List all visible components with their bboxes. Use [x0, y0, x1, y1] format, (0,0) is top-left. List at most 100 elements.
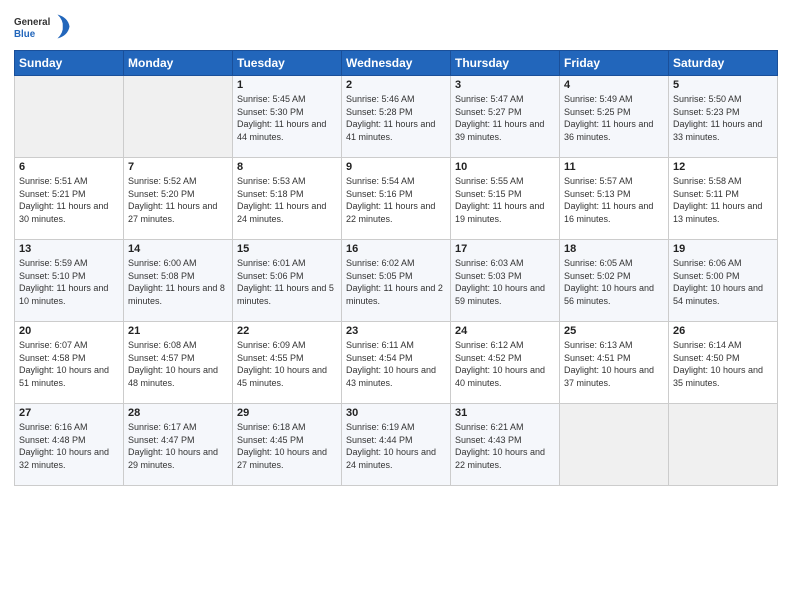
day-number: 23 — [346, 325, 446, 337]
table-cell: 12 Sunrise: 5:58 AMSunset: 5:11 PMDaylig… — [669, 158, 778, 240]
day-number: 14 — [128, 243, 228, 255]
day-number: 16 — [346, 243, 446, 255]
day-number: 3 — [455, 79, 555, 91]
weekday-wednesday: Wednesday — [342, 51, 451, 76]
day-number: 19 — [673, 243, 773, 255]
day-info: Sunrise: 5:58 AMSunset: 5:11 PMDaylight:… — [673, 176, 762, 224]
day-info: Sunrise: 5:57 AMSunset: 5:13 PMDaylight:… — [564, 176, 653, 224]
day-info: Sunrise: 5:51 AMSunset: 5:21 PMDaylight:… — [19, 176, 108, 224]
table-cell: 22 Sunrise: 6:09 AMSunset: 4:55 PMDaylig… — [233, 322, 342, 404]
table-cell: 26 Sunrise: 6:14 AMSunset: 4:50 PMDaylig… — [669, 322, 778, 404]
table-cell: 6 Sunrise: 5:51 AMSunset: 5:21 PMDayligh… — [15, 158, 124, 240]
day-number: 31 — [455, 407, 555, 419]
day-info: Sunrise: 5:46 AMSunset: 5:28 PMDaylight:… — [346, 94, 435, 142]
calendar-table: SundayMondayTuesdayWednesdayThursdayFrid… — [14, 50, 778, 486]
day-info: Sunrise: 6:05 AMSunset: 5:02 PMDaylight:… — [564, 258, 654, 306]
week-row-2: 6 Sunrise: 5:51 AMSunset: 5:21 PMDayligh… — [15, 158, 778, 240]
table-cell: 21 Sunrise: 6:08 AMSunset: 4:57 PMDaylig… — [124, 322, 233, 404]
day-info: Sunrise: 5:50 AMSunset: 5:23 PMDaylight:… — [673, 94, 762, 142]
day-info: Sunrise: 6:01 AMSunset: 5:06 PMDaylight:… — [237, 258, 334, 306]
day-info: Sunrise: 6:17 AMSunset: 4:47 PMDaylight:… — [128, 422, 218, 470]
day-info: Sunrise: 6:14 AMSunset: 4:50 PMDaylight:… — [673, 340, 763, 388]
table-cell: 13 Sunrise: 5:59 AMSunset: 5:10 PMDaylig… — [15, 240, 124, 322]
table-cell: 31 Sunrise: 6:21 AMSunset: 4:43 PMDaylig… — [451, 404, 560, 486]
logo-svg: General Blue — [14, 10, 74, 46]
table-cell: 28 Sunrise: 6:17 AMSunset: 4:47 PMDaylig… — [124, 404, 233, 486]
weekday-tuesday: Tuesday — [233, 51, 342, 76]
day-number: 26 — [673, 325, 773, 337]
day-info: Sunrise: 6:09 AMSunset: 4:55 PMDaylight:… — [237, 340, 327, 388]
day-number: 20 — [19, 325, 119, 337]
table-cell: 10 Sunrise: 5:55 AMSunset: 5:15 PMDaylig… — [451, 158, 560, 240]
table-cell: 3 Sunrise: 5:47 AMSunset: 5:27 PMDayligh… — [451, 76, 560, 158]
day-info: Sunrise: 6:00 AMSunset: 5:08 PMDaylight:… — [128, 258, 225, 306]
weekday-monday: Monday — [124, 51, 233, 76]
table-cell: 4 Sunrise: 5:49 AMSunset: 5:25 PMDayligh… — [560, 76, 669, 158]
logo: General Blue — [14, 10, 74, 46]
table-cell: 8 Sunrise: 5:53 AMSunset: 5:18 PMDayligh… — [233, 158, 342, 240]
table-cell: 5 Sunrise: 5:50 AMSunset: 5:23 PMDayligh… — [669, 76, 778, 158]
day-number: 22 — [237, 325, 337, 337]
table-cell: 30 Sunrise: 6:19 AMSunset: 4:44 PMDaylig… — [342, 404, 451, 486]
day-info: Sunrise: 6:19 AMSunset: 4:44 PMDaylight:… — [346, 422, 436, 470]
table-cell: 15 Sunrise: 6:01 AMSunset: 5:06 PMDaylig… — [233, 240, 342, 322]
table-cell: 9 Sunrise: 5:54 AMSunset: 5:16 PMDayligh… — [342, 158, 451, 240]
table-cell: 7 Sunrise: 5:52 AMSunset: 5:20 PMDayligh… — [124, 158, 233, 240]
day-info: Sunrise: 6:02 AMSunset: 5:05 PMDaylight:… — [346, 258, 443, 306]
table-cell: 24 Sunrise: 6:12 AMSunset: 4:52 PMDaylig… — [451, 322, 560, 404]
table-cell: 29 Sunrise: 6:18 AMSunset: 4:45 PMDaylig… — [233, 404, 342, 486]
weekday-friday: Friday — [560, 51, 669, 76]
day-info: Sunrise: 5:45 AMSunset: 5:30 PMDaylight:… — [237, 94, 326, 142]
day-info: Sunrise: 6:11 AMSunset: 4:54 PMDaylight:… — [346, 340, 436, 388]
page-container: General Blue SundayMondayTuesdayWednesda… — [0, 0, 792, 496]
table-cell — [15, 76, 124, 158]
day-number: 8 — [237, 161, 337, 173]
day-number: 17 — [455, 243, 555, 255]
day-info: Sunrise: 6:21 AMSunset: 4:43 PMDaylight:… — [455, 422, 545, 470]
table-cell: 23 Sunrise: 6:11 AMSunset: 4:54 PMDaylig… — [342, 322, 451, 404]
day-info: Sunrise: 6:03 AMSunset: 5:03 PMDaylight:… — [455, 258, 545, 306]
day-number: 25 — [564, 325, 664, 337]
svg-text:General: General — [14, 17, 51, 28]
week-row-4: 20 Sunrise: 6:07 AMSunset: 4:58 PMDaylig… — [15, 322, 778, 404]
day-number: 29 — [237, 407, 337, 419]
day-number: 13 — [19, 243, 119, 255]
table-cell: 1 Sunrise: 5:45 AMSunset: 5:30 PMDayligh… — [233, 76, 342, 158]
svg-text:Blue: Blue — [14, 29, 36, 40]
table-cell: 19 Sunrise: 6:06 AMSunset: 5:00 PMDaylig… — [669, 240, 778, 322]
table-cell: 11 Sunrise: 5:57 AMSunset: 5:13 PMDaylig… — [560, 158, 669, 240]
week-row-1: 1 Sunrise: 5:45 AMSunset: 5:30 PMDayligh… — [15, 76, 778, 158]
table-cell — [669, 404, 778, 486]
day-info: Sunrise: 5:53 AMSunset: 5:18 PMDaylight:… — [237, 176, 326, 224]
week-row-3: 13 Sunrise: 5:59 AMSunset: 5:10 PMDaylig… — [15, 240, 778, 322]
day-info: Sunrise: 5:59 AMSunset: 5:10 PMDaylight:… — [19, 258, 108, 306]
weekday-header-row: SundayMondayTuesdayWednesdayThursdayFrid… — [15, 51, 778, 76]
day-number: 28 — [128, 407, 228, 419]
day-number: 4 — [564, 79, 664, 91]
day-info: Sunrise: 6:16 AMSunset: 4:48 PMDaylight:… — [19, 422, 109, 470]
table-cell: 18 Sunrise: 6:05 AMSunset: 5:02 PMDaylig… — [560, 240, 669, 322]
day-number: 15 — [237, 243, 337, 255]
day-number: 12 — [673, 161, 773, 173]
header: General Blue — [14, 10, 778, 46]
table-cell: 16 Sunrise: 6:02 AMSunset: 5:05 PMDaylig… — [342, 240, 451, 322]
day-number: 24 — [455, 325, 555, 337]
day-number: 10 — [455, 161, 555, 173]
week-row-5: 27 Sunrise: 6:16 AMSunset: 4:48 PMDaylig… — [15, 404, 778, 486]
table-cell: 27 Sunrise: 6:16 AMSunset: 4:48 PMDaylig… — [15, 404, 124, 486]
day-number: 27 — [19, 407, 119, 419]
day-info: Sunrise: 5:52 AMSunset: 5:20 PMDaylight:… — [128, 176, 217, 224]
day-info: Sunrise: 5:49 AMSunset: 5:25 PMDaylight:… — [564, 94, 653, 142]
day-number: 11 — [564, 161, 664, 173]
table-cell: 20 Sunrise: 6:07 AMSunset: 4:58 PMDaylig… — [15, 322, 124, 404]
day-info: Sunrise: 6:06 AMSunset: 5:00 PMDaylight:… — [673, 258, 763, 306]
day-info: Sunrise: 6:18 AMSunset: 4:45 PMDaylight:… — [237, 422, 327, 470]
day-number: 1 — [237, 79, 337, 91]
day-info: Sunrise: 6:07 AMSunset: 4:58 PMDaylight:… — [19, 340, 109, 388]
day-info: Sunrise: 5:55 AMSunset: 5:15 PMDaylight:… — [455, 176, 544, 224]
day-number: 9 — [346, 161, 446, 173]
table-cell — [124, 76, 233, 158]
day-info: Sunrise: 5:54 AMSunset: 5:16 PMDaylight:… — [346, 176, 435, 224]
table-cell: 14 Sunrise: 6:00 AMSunset: 5:08 PMDaylig… — [124, 240, 233, 322]
day-number: 6 — [19, 161, 119, 173]
